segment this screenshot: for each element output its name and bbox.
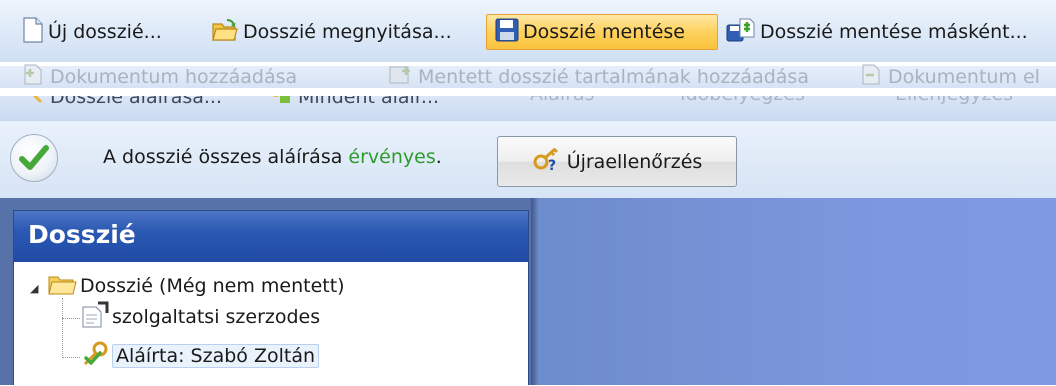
add-saved-content-button[interactable]: Mentett dosszié tartalmának hozzáadása xyxy=(388,63,809,90)
timestamp-button[interactable]: Időbélyegzés xyxy=(650,96,805,105)
new-dossier-label: Új dosszié... xyxy=(48,21,162,43)
toolbar-row-signing: Dosszié aláírása... Mindent aláír... Alá… xyxy=(0,96,1056,120)
open-dossier-label: Dosszié megnyitása... xyxy=(243,21,452,43)
tree-connector xyxy=(62,298,63,358)
toolbar-row-primary: Új dosszié... Dosszié megnyitása... Doss… xyxy=(0,14,1056,50)
add-document-icon xyxy=(22,63,46,90)
document-label: szolgaltatsi szerzodes xyxy=(112,306,321,328)
sign-all-button[interactable]: Mindent aláír... xyxy=(268,96,439,110)
document-action-button[interactable]: Dokumentum el xyxy=(860,63,1040,90)
signature-status-text: A dosszié összes aláírása érvényes. xyxy=(103,146,442,168)
secondary-toolbar-band: Dokumentum hozzáadása Mentett dosszié ta… xyxy=(0,63,1056,90)
document-edit-icon xyxy=(80,301,110,334)
sign-button[interactable]: Aláírás xyxy=(500,96,595,105)
panel-title: Dosszié xyxy=(28,220,136,249)
sign-dossier-label: Dosszié aláírása... xyxy=(50,96,222,108)
dossier-panel-header: Dosszié xyxy=(14,211,528,262)
document-arrow-icon xyxy=(860,63,884,90)
document-icon xyxy=(22,16,44,48)
signature-label: Aláírta: Szabó Zoltán xyxy=(112,344,319,368)
add-folder-icon xyxy=(388,63,414,90)
save-as-button[interactable]: Dosszié mentése másként... xyxy=(726,14,1036,50)
panel-splitter[interactable] xyxy=(531,198,538,385)
key-check-icon xyxy=(80,340,110,373)
key-question-icon: ? xyxy=(532,146,562,177)
svg-text:?: ? xyxy=(548,158,556,172)
signature-status-bar: A dosszié összes aláírása érvényes. ? Új… xyxy=(0,120,1056,199)
toolbar-row-secondary: Dokumentum hozzáadása Mentett dosszié ta… xyxy=(0,50,1056,90)
save-as-label: Dosszié mentése másként... xyxy=(760,21,1028,43)
save-as-icon xyxy=(726,17,756,48)
collapse-triangle-icon[interactable]: ◢ xyxy=(30,282,38,295)
dossier-panel-body: Dosszié ◢ Dosszié (Még nem mentett) szol… xyxy=(13,210,529,385)
save-dossier-label: Dosszié mentése xyxy=(523,21,686,43)
sign-label: Aláírás xyxy=(530,96,595,105)
status-state: érvényes xyxy=(348,146,436,168)
status-prefix: A dosszié összes aláírása xyxy=(103,146,349,168)
floppy-disk-icon xyxy=(495,18,519,47)
sign-all-label: Mindent aláír... xyxy=(298,96,440,108)
save-dossier-button[interactable]: Dosszié mentése xyxy=(486,14,718,50)
toolbar-gap xyxy=(0,88,1056,96)
open-dossier-button[interactable]: Dosszié megnyitása... xyxy=(211,14,479,50)
content-area xyxy=(538,198,1056,385)
add-saved-content-label: Mentett dosszié tartalmának hozzáadása xyxy=(418,65,809,88)
tree-item-signature[interactable]: Aláírta: Szabó Zoltán xyxy=(80,341,319,371)
multi-key-icon xyxy=(268,96,292,110)
countersign-button[interactable]: Ellenjegyzés xyxy=(865,96,1013,105)
key-icon xyxy=(22,96,44,110)
status-suffix: . xyxy=(435,146,442,168)
tree-item-document[interactable]: szolgaltatsi szerzodes xyxy=(80,301,321,334)
folder-icon xyxy=(48,272,78,301)
tree-root-label: Dosszié (Még nem mentett) xyxy=(80,275,345,297)
new-dossier-button[interactable]: Új dosszié... xyxy=(22,14,190,50)
folder-open-icon xyxy=(211,17,239,48)
recheck-label: Újraellenőrzés xyxy=(566,150,703,173)
check-icon xyxy=(10,134,58,182)
dossier-tree[interactable]: ◢ Dosszié (Még nem mentett) szolgaltatsi… xyxy=(14,262,528,386)
add-document-label: Dokumentum hozzáadása xyxy=(50,65,298,88)
sign-dossier-button[interactable]: Dosszié aláírása... xyxy=(22,96,222,110)
dossier-panel: Dosszié ◢ Dosszié (Még nem mentett) szol… xyxy=(0,198,540,385)
countersign-label: Ellenjegyzés xyxy=(895,96,1013,105)
tree-connector xyxy=(62,357,80,358)
recheck-button[interactable]: ? Újraellenőrzés xyxy=(497,136,737,187)
add-document-button[interactable]: Dokumentum hozzáadása xyxy=(22,63,297,90)
timestamp-label: Időbélyegzés xyxy=(680,96,805,105)
document-action-label: Dokumentum el xyxy=(888,65,1040,88)
tree-root-node[interactable]: Dosszié (Még nem mentett) xyxy=(48,271,345,301)
tree-connector xyxy=(62,318,80,319)
